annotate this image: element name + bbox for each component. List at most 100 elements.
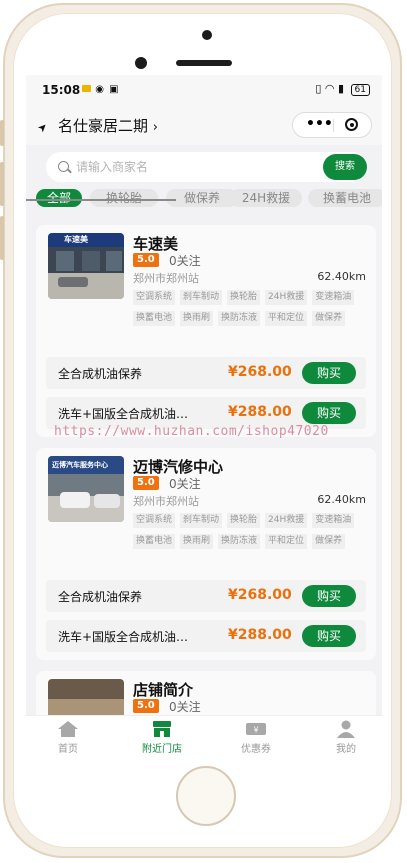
service-name: 全合成机油保养 <box>58 367 143 381</box>
service-tag: 换轮胎 <box>227 290 261 305</box>
service-tag: 做保养 <box>312 534 346 549</box>
nav-coupon-label: 优惠券 <box>241 744 271 755</box>
tab-all[interactable]: 全部 <box>36 189 82 207</box>
service-item: 全合成机油保养 ¥268.00 购买 <box>46 580 366 612</box>
shop-photo: 车速美 <box>48 233 124 299</box>
service-tag: 24H救援 <box>265 290 308 305</box>
home-icon <box>58 721 78 737</box>
service-tag: 变速箱油 <box>312 290 355 305</box>
shop-address: 郑州市郑州站 <box>133 272 199 285</box>
side-button <box>0 162 4 206</box>
status-bar: 15:08 ◉ ▣ ▯ ◠ ▮ 61 <box>26 75 382 105</box>
shop-distance: 62.40km <box>317 493 366 506</box>
status-right: ▯ ◠ ▮ 61 <box>315 82 370 96</box>
store-icon <box>153 721 171 737</box>
more-icon[interactable]: ••• <box>306 116 333 132</box>
chevron-right-icon: › <box>152 120 158 135</box>
nav-profile[interactable]: 我的 <box>316 720 376 755</box>
service-tag: 做保养 <box>312 311 346 326</box>
app-screen: 15:08 ◉ ▣ ▯ ◠ ▮ 61 ➤ 名仕豪居二期 › ••• 搜索 全部 <box>26 75 382 763</box>
service-tag: 换蓄电池 <box>133 311 176 326</box>
shop-photo: 迈博汽车服务中心 <box>48 456 124 522</box>
watermark-text: https://www.huzhan.com/ishop47020 <box>54 424 329 439</box>
service-tag: 换防冻液 <box>218 311 261 326</box>
tab-rescue[interactable]: 24H救援 <box>230 189 302 207</box>
buy-button[interactable]: 购买 <box>302 625 356 647</box>
service-tag: 空调系统 <box>133 290 176 305</box>
earpiece-speaker <box>176 60 232 66</box>
service-tag: 空调系统 <box>133 513 176 528</box>
service-price: ¥288.00 <box>228 404 292 420</box>
rating-badge: 5.0 <box>133 699 159 713</box>
service-tag: 换雨刷 <box>180 534 214 549</box>
signal-icon: ▮ <box>337 82 345 95</box>
service-name: 洗车+国版全合成机油… <box>58 630 189 644</box>
bottom-nav: 首页 附近门店 ¥ 优惠券 我的 <box>26 715 382 763</box>
service-tag: 刹车制动 <box>180 513 223 528</box>
shop-name: 店铺简介 <box>133 681 194 699</box>
buy-button[interactable]: 购买 <box>302 362 356 384</box>
close-target-icon[interactable] <box>345 118 358 131</box>
tab-scroll-indicator <box>26 199 176 201</box>
eye-icon: ◉ <box>95 84 105 95</box>
service-name: 洗车+国版全合成机油… <box>58 407 189 421</box>
nav-nearby-label: 附近门店 <box>142 744 182 755</box>
service-item: 全合成机油保养 ¥268.00 购买 <box>46 357 366 389</box>
shop-sign-text: 迈博汽车服务中心 <box>52 461 108 469</box>
follow-count: 0关注 <box>169 477 201 491</box>
location-selector[interactable]: ➤ 名仕豪居二期 › <box>34 115 158 136</box>
service-price: ¥288.00 <box>228 627 292 643</box>
tab-tire[interactable]: 换轮胎 <box>90 189 158 207</box>
service-tag: 换雨刷 <box>180 311 214 326</box>
service-name: 全合成机油保养 <box>58 590 143 604</box>
navigation-arrow-icon: ➤ <box>34 119 51 136</box>
service-tag: 24H救援 <box>265 513 308 528</box>
shop-distance: 62.40km <box>317 270 366 283</box>
nav-home[interactable]: 首页 <box>38 720 98 755</box>
notification-icons: ◉ ▣ <box>82 84 120 95</box>
rating-badge: 5.0 <box>133 476 159 490</box>
app-icon: ▣ <box>109 84 120 95</box>
nav-nearby-stores[interactable]: 附近门店 <box>132 720 192 755</box>
category-tabs: 全部 换轮胎 做保养 24H救援 换蓄电池 <box>26 189 382 215</box>
shop-name: 迈博汽修中心 <box>133 458 224 476</box>
battery-icon: 61 <box>350 84 370 96</box>
shop-address: 郑州市郑州站 <box>133 495 199 508</box>
nav-coupons[interactable]: ¥ 优惠券 <box>226 720 286 755</box>
home-button[interactable] <box>176 766 236 826</box>
nav-home-label: 首页 <box>58 744 78 755</box>
coupon-icon: ¥ <box>246 723 266 735</box>
search-bar: 搜索 <box>46 152 367 182</box>
follow-count: 0关注 <box>169 700 201 714</box>
wifi-icon: ◠ <box>324 82 335 95</box>
service-item: 洗车+国版全合成机油… ¥288.00 购买 <box>46 620 366 652</box>
service-price: ¥268.00 <box>228 587 292 603</box>
tab-battery[interactable]: 换蓄电池 <box>308 189 382 207</box>
shop-card[interactable]: 车速美 车速美 5.0 0关注 郑州市郑州站 62.40km 空调系统 刹车制动换… <box>36 225 376 437</box>
search-button[interactable]: 搜索 <box>323 154 367 180</box>
capsule-divider <box>333 119 334 132</box>
message-icon <box>82 85 91 92</box>
service-tag: 换防冻液 <box>218 534 261 549</box>
buy-button[interactable]: 购买 <box>302 402 356 424</box>
top-bar: ➤ 名仕豪居二期 › ••• <box>26 105 382 145</box>
vibrate-icon: ▯ <box>315 82 322 95</box>
service-tags: 空调系统 刹车制动 换轮胎 24H救援 变速箱油换蓄电池 换雨刷 换防冻液 平和定位 做保养 <box>133 290 373 332</box>
buy-button[interactable]: 购买 <box>302 585 356 607</box>
service-price: ¥268.00 <box>228 364 292 380</box>
miniprogram-capsule: ••• <box>292 112 372 138</box>
service-tag: 平和定位 <box>265 311 308 326</box>
search-input[interactable] <box>74 159 288 175</box>
tab-maintenance[interactable]: 做保养 <box>166 189 238 207</box>
user-icon <box>337 720 355 738</box>
service-tag: 换轮胎 <box>227 513 261 528</box>
shop-name: 车速美 <box>133 235 179 253</box>
service-tag: 刹车制动 <box>180 290 223 305</box>
location-name: 名仕豪居二期 <box>58 117 149 135</box>
shop-card[interactable]: 迈博汽车服务中心 迈博汽修中心 5.0 0关注 郑州市郑州站 62.40km 空… <box>36 448 376 660</box>
svg-text:¥: ¥ <box>253 726 258 735</box>
service-tag: 变速箱油 <box>312 513 355 528</box>
front-camera <box>202 30 212 40</box>
status-time: 15:08 <box>42 83 81 97</box>
search-icon <box>58 161 69 172</box>
